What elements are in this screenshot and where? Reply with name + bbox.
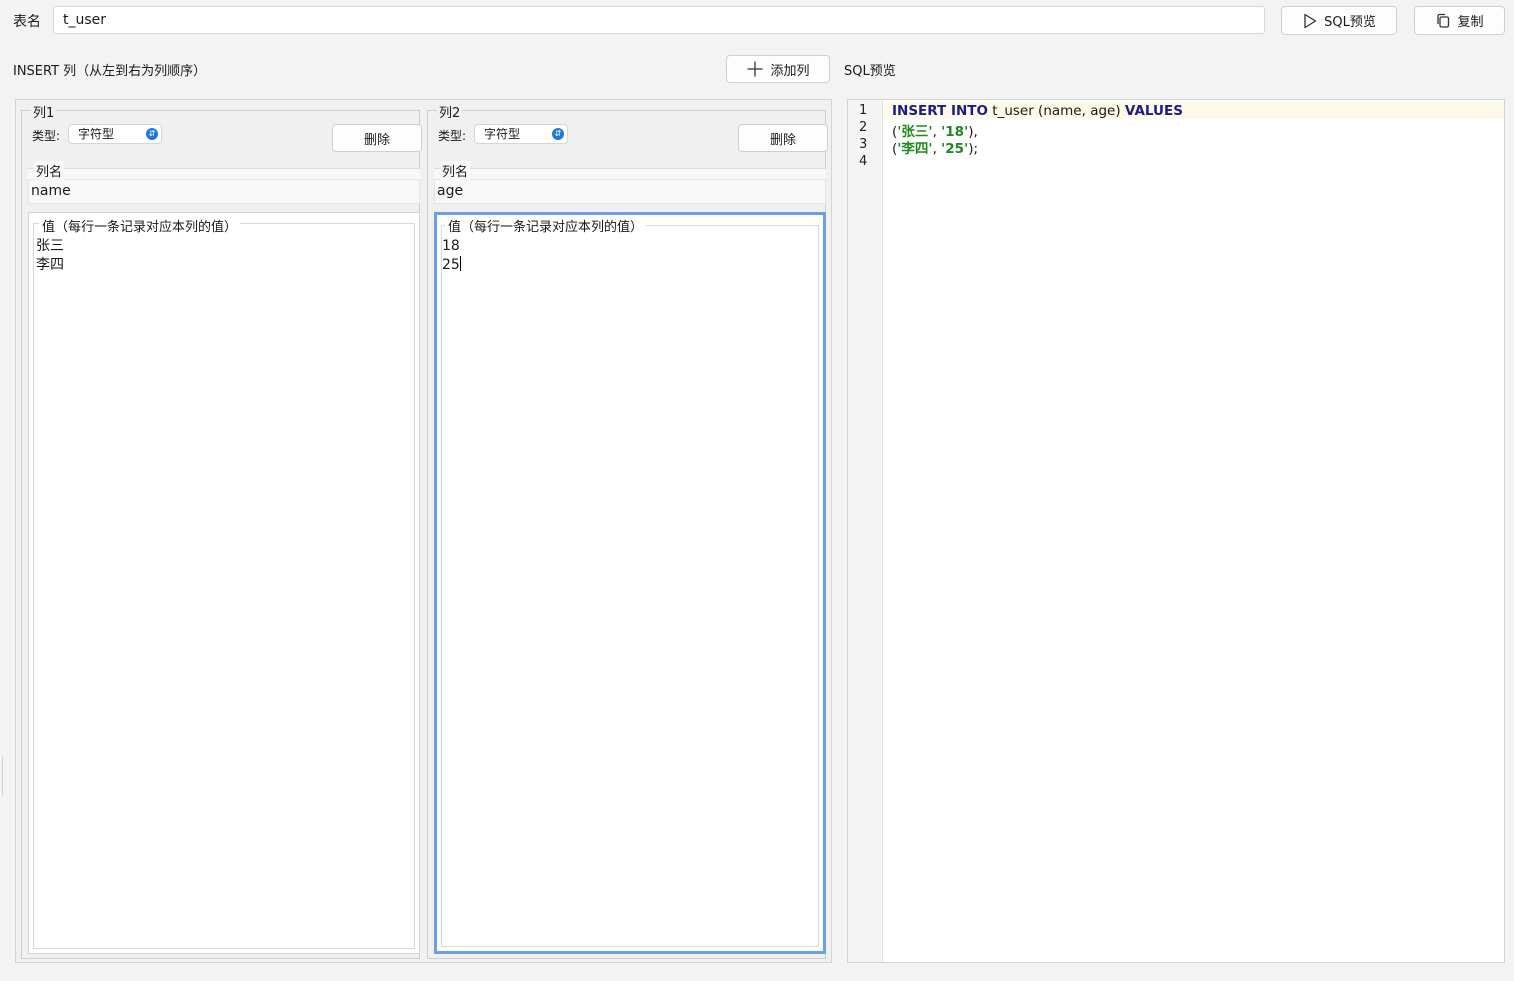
type-select[interactable]: 字符型 ⇵ <box>68 124 162 144</box>
column-values-text: 18 25 <box>442 237 461 275</box>
value-line-text: 25 <box>442 257 460 273</box>
sql-string: '李四' <box>897 141 933 157</box>
type-select-value: 字符型 <box>484 127 521 141</box>
value-line: 李四 <box>36 257 64 273</box>
copy-button[interactable]: 复制 <box>1414 6 1505 35</box>
line-number-gutter: 1 2 3 4 <box>848 100 883 962</box>
value-line: 25 <box>442 256 461 275</box>
sql-line-1: INSERT INTO t_user (name, age) VALUES <box>892 103 1183 119</box>
delete-column-button[interactable]: 删除 <box>738 124 828 152</box>
sql-line-3: ('李四', '25'); <box>892 137 978 157</box>
column-name-frame <box>434 179 826 204</box>
insert-columns-heading: INSERT 列（从左到右为列顺序） <box>13 64 207 79</box>
table-name-input[interactable]: t_user <box>53 6 1265 34</box>
column-name-legend: 列名 <box>34 161 65 180</box>
column-name-group: 列名 name <box>28 161 420 204</box>
column-name-input[interactable]: age <box>437 183 463 199</box>
text-caret <box>459 256 461 271</box>
column-name-group: 列名 age <box>434 161 826 204</box>
type-select[interactable]: 字符型 ⇵ <box>474 124 568 144</box>
column-name-legend: 列名 <box>440 161 471 180</box>
sql-preview-button-label: SQL预览 <box>1324 15 1376 30</box>
sql-text: t_user (name, age) <box>987 103 1125 119</box>
sql-keyword: INSERT INTO <box>892 103 988 119</box>
delete-column-button[interactable]: 删除 <box>332 124 422 152</box>
line-number: 2 <box>859 120 868 135</box>
type-label: 类型: <box>438 129 467 143</box>
copy-button-label: 复制 <box>1457 15 1484 30</box>
plus-icon <box>747 61 763 77</box>
sql-punct: , <box>932 141 942 157</box>
column-name-input[interactable]: name <box>31 183 71 199</box>
column-values-frame <box>33 223 415 949</box>
value-line: 张三 <box>36 238 64 254</box>
table-name-label: 表名 <box>13 14 41 30</box>
column-values-textarea[interactable]: 值（每行一条记录对应本列的值） 张三 李四 <box>28 212 420 954</box>
column-values-textarea[interactable]: 值（每行一条记录对应本列的值） 18 25 <box>434 212 826 954</box>
sql-string: '25' <box>941 141 969 157</box>
sql-punct: ); <box>968 141 979 157</box>
sql-keyword: VALUES <box>1124 103 1183 119</box>
line-number: 3 <box>859 137 868 152</box>
type-select-value: 字符型 <box>78 127 115 141</box>
add-column-button-label: 添加列 <box>770 63 810 79</box>
column-values-legend: 值（每行一条记录对应本列的值） <box>39 216 241 235</box>
column-values-legend: 值（每行一条记录对应本列的值） <box>445 216 647 235</box>
column-group-2: 列2 类型: 字符型 ⇵ 删除 列名 age 值（每行一条记录对应本列的值） 1… <box>427 102 828 959</box>
left-edge-divider <box>0 756 3 796</box>
column-values-text: 张三 李四 <box>36 237 64 275</box>
sql-preview-editor[interactable]: 1 2 3 4 INSERT INTO t_user (name, age) V… <box>847 99 1505 963</box>
value-line: 18 <box>442 238 460 254</box>
sql-preview-button[interactable]: SQL预览 <box>1281 6 1397 35</box>
add-column-button[interactable]: 添加列 <box>726 55 830 83</box>
type-label: 类型: <box>32 129 61 143</box>
line-number: 4 <box>859 154 868 169</box>
chevron-updown-icon: ⇵ <box>552 128 564 140</box>
play-icon <box>1304 13 1317 28</box>
column-values-frame <box>441 225 819 947</box>
column-group-1: 列1 类型: 字符型 ⇵ 删除 列名 name 值（每行一条记录对应本列的值） … <box>21 102 422 959</box>
line-number: 1 <box>859 103 868 118</box>
sql-preview-heading: SQL预览 <box>844 64 896 79</box>
column-name-frame <box>28 179 420 204</box>
column-title: 列2 <box>437 102 463 121</box>
column-title: 列1 <box>31 102 57 121</box>
chevron-updown-icon: ⇵ <box>146 128 158 140</box>
copy-icon <box>1437 13 1450 28</box>
